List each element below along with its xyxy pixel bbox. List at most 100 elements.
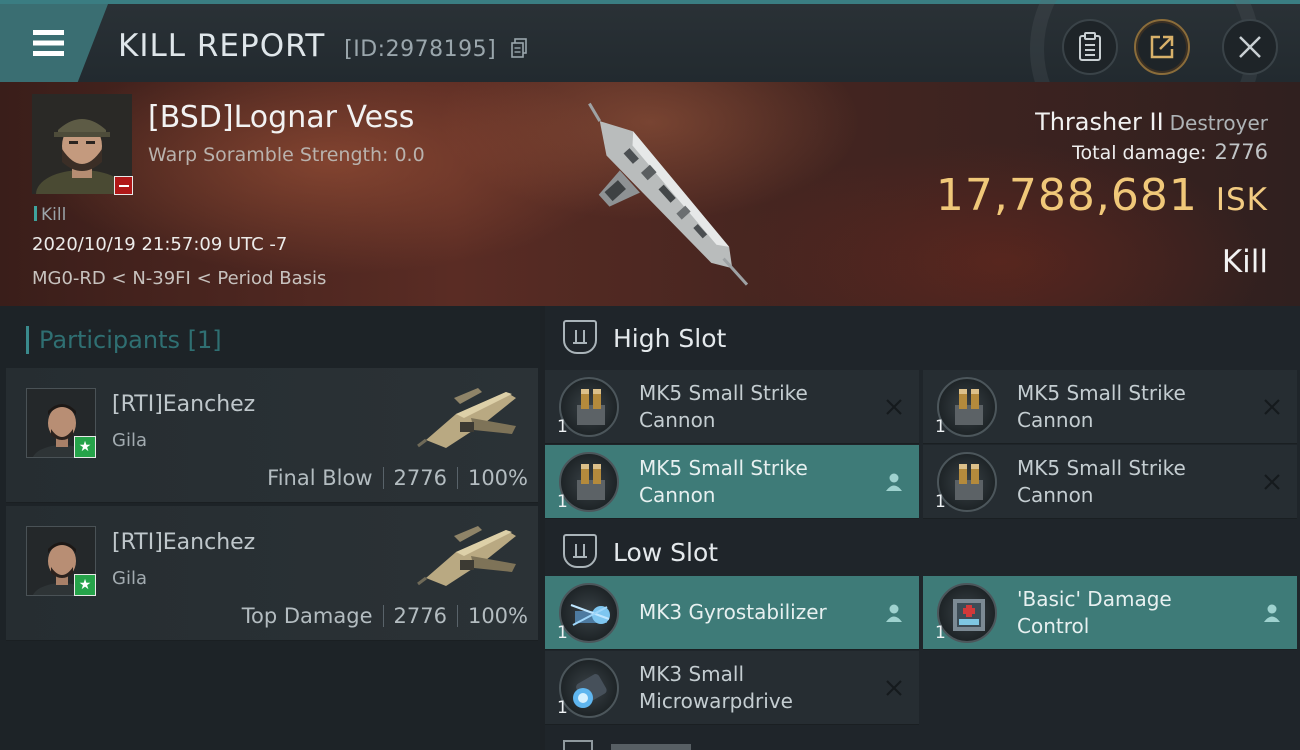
- participant-ship-image[interactable]: [416, 516, 526, 596]
- total-damage-line: Total damage: 2776: [1072, 140, 1268, 164]
- participant-name[interactable]: [RTI]Eanchez: [112, 530, 255, 555]
- damage-control-icon: [937, 583, 997, 643]
- total-damage-value: 2776: [1214, 140, 1268, 164]
- module-quantity: 1: [557, 417, 568, 437]
- participant-damage: 2776: [393, 466, 447, 490]
- strike-cannon-icon: [559, 452, 619, 512]
- victim-banner: [BSD]Lognar Vess Warp Soramble Strength:…: [0, 82, 1300, 306]
- participant-stats: Top Damage 2776 100%: [242, 604, 528, 628]
- module-name-line2: Cannon: [639, 483, 716, 507]
- participant-percent: 100%: [467, 466, 528, 490]
- dropped-person-icon: [886, 473, 902, 491]
- module-quantity: 1: [935, 417, 946, 437]
- dropped-person-icon: [1264, 604, 1280, 622]
- destroyed-x-icon: [1264, 474, 1280, 490]
- module-quantity: 1: [557, 492, 568, 512]
- strike-cannon-icon: [937, 452, 997, 512]
- module-slot[interactable]: 1 'Basic' Damage Control: [923, 576, 1297, 650]
- participant-card[interactable]: ★ [RTI]Eanchez Gila Final Blow 2776 100%: [6, 368, 538, 503]
- participant-card[interactable]: ★ [RTI]Eanchez Gila Top Damage 2776 100%: [6, 506, 538, 641]
- menu-icon: [28, 30, 64, 56]
- share-icon: [1150, 35, 1174, 59]
- module-name-line1: MK3 Small: [639, 662, 744, 686]
- dropped-person-icon: [886, 604, 902, 622]
- module-name: MK3 Gyrostabilizer: [639, 599, 879, 626]
- close-button[interactable]: [1222, 19, 1278, 75]
- share-button[interactable]: [1134, 19, 1190, 75]
- module-name: 'Basic' Damage Control: [1017, 586, 1257, 640]
- victim-ship-class: Destroyer: [1169, 111, 1268, 135]
- module-name: MK5 Small Strike Cannon: [1017, 455, 1257, 509]
- participant-ship: Gila: [112, 568, 147, 589]
- isk-unit: ISK: [1215, 182, 1268, 218]
- participant-name[interactable]: [RTI]Eanchez: [112, 392, 255, 417]
- destroyed-x-icon: [1264, 399, 1280, 415]
- module-name: MK5 Small Strike Cannon: [1017, 380, 1257, 434]
- kill-location[interactable]: MG0-RD < N-39FI < Period Basis: [32, 268, 326, 289]
- kill-result: Kill: [1221, 244, 1268, 280]
- destroyed-x-icon: [886, 680, 902, 696]
- module-name-line1: MK5 Small Strike: [1017, 456, 1186, 480]
- report-id: [ID:2978195]: [344, 37, 497, 62]
- module-slot[interactable]: 1 MK5 Small Strike Cannon: [545, 445, 919, 519]
- module-slot[interactable]: 1 MK3 Small Microwarpdrive: [545, 651, 919, 725]
- participant-role: Top Damage: [241, 604, 373, 628]
- stat-divider: [456, 467, 458, 489]
- participant-percent: 100%: [467, 604, 528, 628]
- ally-star-badge: ★: [74, 436, 96, 458]
- low-slot-label: Low Slot: [613, 538, 719, 567]
- participants-count: [1]: [187, 326, 222, 354]
- strike-cannon-icon: [559, 377, 619, 437]
- kill-datetime: 2020/10/19 21:57:09 UTC -7: [32, 234, 288, 255]
- participants-title: Participants [1]: [26, 326, 222, 354]
- participant-damage: 2776: [393, 604, 447, 628]
- total-damage-label: Total damage:: [1072, 142, 1207, 164]
- module-slot[interactable]: 1 MK5 Small Strike Cannon: [545, 370, 919, 444]
- isk-value-line: 17,788,681 ISK: [936, 170, 1268, 221]
- high-slot-header: High Slot: [545, 306, 1300, 370]
- strike-cannon-icon: [937, 377, 997, 437]
- high-slot-icon: [563, 320, 597, 354]
- low-slot-icon: [563, 534, 597, 568]
- module-quantity: 1: [557, 698, 568, 718]
- stat-divider: [382, 467, 384, 489]
- module-name: MK3 Small Microwarpdrive: [639, 661, 879, 715]
- stat-divider: [456, 605, 458, 627]
- module-name: MK5 Small Strike Cannon: [639, 380, 879, 434]
- participant-ship-image[interactable]: [416, 378, 526, 458]
- participants-panel: Participants [1] ★ [RTI]Eanchez Gila Fin…: [0, 306, 540, 750]
- module-name-line1: MK5 Small Strike: [639, 381, 808, 405]
- participant-stats: Final Blow 2776 100%: [267, 466, 528, 490]
- next-section-icon-partial: [563, 740, 593, 750]
- module-name-line1: MK5 Small Strike: [1017, 381, 1186, 405]
- participant-ship: Gila: [112, 430, 147, 451]
- module-name-line2: Cannon: [1017, 483, 1094, 507]
- participants-title-label: Participants: [39, 326, 180, 354]
- module-slot[interactable]: 1 MK5 Small Strike Cannon: [923, 370, 1297, 444]
- victim-name[interactable]: [BSD]Lognar Vess: [148, 100, 414, 135]
- menu-button[interactable]: [0, 4, 108, 82]
- title-text: KILL REPORT: [118, 28, 326, 64]
- module-name-line1: 'Basic' Damage: [1017, 587, 1172, 611]
- clipboard-button[interactable]: [1062, 19, 1118, 75]
- low-slot-header: Low Slot: [545, 520, 1300, 584]
- high-slot-label: High Slot: [613, 324, 727, 353]
- copy-icon[interactable]: [511, 37, 527, 58]
- isk-value: 17,788,681: [935, 170, 1198, 221]
- module-name-line2: Cannon: [1017, 408, 1094, 432]
- module-slot[interactable]: 1 MK5 Small Strike Cannon: [923, 445, 1297, 519]
- module-name-line2: Cannon: [639, 408, 716, 432]
- victim-ship-name[interactable]: Thrasher II: [1035, 108, 1164, 136]
- gyrostabilizer-icon: [559, 583, 619, 643]
- victim-ship-line: Thrasher II Destroyer: [1035, 108, 1268, 136]
- module-quantity: 1: [935, 492, 946, 512]
- victim-ship-image[interactable]: [540, 88, 780, 303]
- participant-role: Final Blow: [267, 466, 373, 490]
- ally-star-badge: ★: [74, 574, 96, 596]
- close-icon: [1239, 36, 1261, 58]
- module-slot[interactable]: 1 MK3 Gyrostabilizer: [545, 576, 919, 650]
- warp-scramble-strength: Warp Soramble Strength: 0.0: [148, 144, 425, 166]
- hostile-minus-badge: [114, 176, 133, 195]
- module-quantity: 1: [557, 623, 568, 643]
- module-name-line2: Control: [1017, 614, 1090, 638]
